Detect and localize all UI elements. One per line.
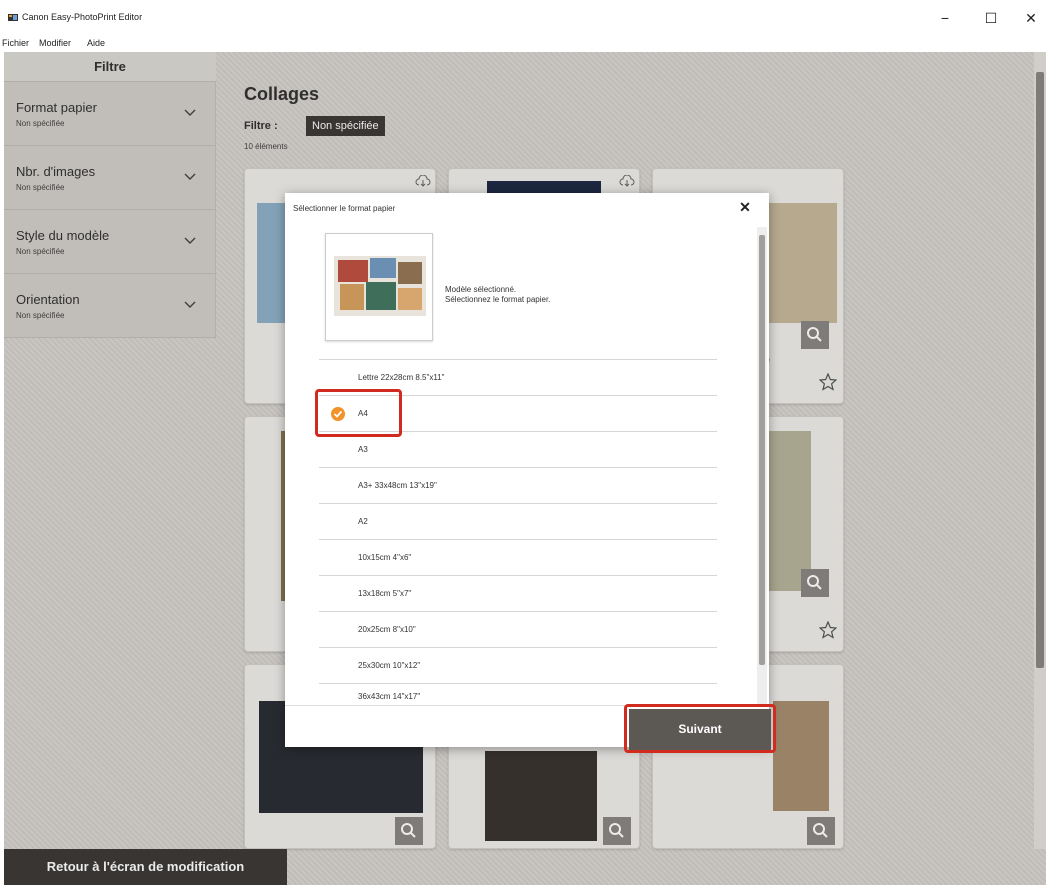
paper-option[interactable]: 36x43cm 14"x17" — [319, 683, 717, 705]
close-window-button[interactable]: ✕ — [1016, 8, 1046, 28]
collage-preview-image — [334, 256, 426, 316]
paper-option-label: Lettre 22x28cm 8.5"x11" — [358, 373, 445, 382]
paper-option-label: 10x15cm 4"x6" — [358, 553, 412, 562]
dialog-scrollbar[interactable] — [757, 227, 767, 705]
window-title: Canon Easy-PhotoPrint Editor — [22, 12, 143, 22]
selected-template-message: Modèle sélectionné. — [445, 285, 517, 294]
menu-aide[interactable]: Aide — [87, 38, 105, 48]
paper-option-label: A3+ 33x48cm 13"x19" — [358, 481, 437, 490]
paper-option-label: A3 — [358, 445, 368, 454]
paper-option-label: 13x18cm 5"x7" — [358, 589, 412, 598]
paper-size-dialog: Sélectionner le format papier ✕ Modèle s… — [285, 193, 769, 747]
menu-fichier[interactable]: Fichier — [2, 38, 29, 48]
next-button-highlight — [624, 704, 776, 753]
select-paper-instruction: Sélectionnez le format papier. — [445, 295, 551, 304]
title-bar: Canon Easy-PhotoPrint Editor − ☐ ✕ — [0, 0, 1050, 34]
app-icon — [8, 14, 18, 21]
a4-option-highlight — [315, 389, 402, 437]
paper-option-label: 25x30cm 10"x12" — [358, 661, 421, 670]
paper-option[interactable]: 25x30cm 10"x12" — [319, 647, 717, 683]
menu-modifier[interactable]: Modifier — [39, 38, 71, 48]
paper-option[interactable]: 20x25cm 8"x10" — [319, 611, 717, 647]
paper-option[interactable]: 13x18cm 5"x7" — [319, 575, 717, 611]
paper-option[interactable]: 10x15cm 4"x6" — [319, 539, 717, 575]
scrollbar-thumb[interactable] — [759, 235, 765, 665]
paper-option-label: 20x25cm 8"x10" — [358, 625, 416, 634]
dialog-close-button[interactable]: ✕ — [737, 199, 753, 215]
paper-option-label: A2 — [358, 517, 368, 526]
paper-option-label: 36x43cm 14"x17" — [358, 692, 421, 701]
menu-bar: Fichier Modifier Aide — [0, 34, 1050, 52]
paper-option[interactable]: A3+ 33x48cm 13"x19" — [319, 467, 717, 503]
minimize-button[interactable]: − — [930, 8, 960, 28]
paper-option[interactable]: A2 — [319, 503, 717, 539]
maximize-button[interactable]: ☐ — [976, 8, 1006, 28]
template-preview — [325, 233, 433, 341]
dialog-title: Sélectionner le format papier — [293, 204, 396, 213]
